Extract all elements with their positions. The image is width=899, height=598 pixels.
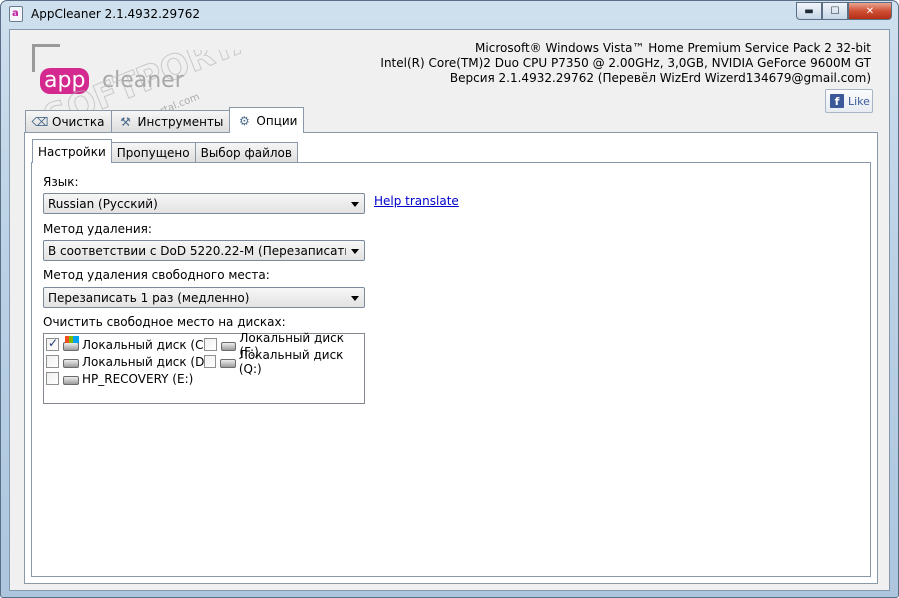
- drive-q-checkbox[interactable]: [204, 355, 217, 368]
- drive-c-checkbox[interactable]: [46, 336, 59, 351]
- tab-cleaning-label: Очистка: [52, 115, 105, 129]
- close-button[interactable]: ✕: [848, 2, 892, 20]
- app-icon: [9, 6, 23, 22]
- drive-f-checkbox[interactable]: [204, 338, 217, 351]
- dropdown-arrow-icon: [351, 202, 359, 207]
- caption-buttons: ▬ ☐ ✕: [796, 2, 892, 20]
- drive-d-checkbox[interactable]: [46, 355, 59, 368]
- system-disk-icon: [63, 336, 79, 351]
- appcleaner-logo: app cleaner: [30, 44, 190, 104]
- drives-label: Очистить свободное место на дисках:: [43, 315, 286, 329]
- tools-icon: ⚒: [120, 115, 131, 129]
- settings-panel: Язык: Russian (Русский) Help translate М…: [31, 162, 871, 577]
- logo-app-text: app: [40, 68, 90, 94]
- drive-d-label: Локальный диск (D:): [82, 354, 214, 369]
- title-bar[interactable]: AppCleaner 2.1.4932.29762 ▬ ☐ ✕: [1, 1, 898, 29]
- like-label: Like: [848, 94, 870, 108]
- tab-cleaning[interactable]: ⌫ Очистка: [25, 110, 112, 133]
- delete-method-select[interactable]: В соответствии с DoD 5220.22-M (Перезапи…: [43, 240, 365, 261]
- delete-method-label: Метод удаления:: [43, 222, 152, 236]
- delete-method-value: В соответствии с DoD 5220.22-M (Перезапи…: [48, 243, 346, 258]
- maximize-button[interactable]: ☐: [822, 2, 848, 20]
- drives-list: Локальный диск (C:) Локальный диск (D:) …: [43, 331, 365, 404]
- options-panel: Настройки Пропущено Выбор файлов Язык: R…: [24, 132, 878, 584]
- drive-q-label: Локальный диск (Q:): [238, 347, 344, 376]
- sysinfo-version: Версия 2.1.4932.29762 (Перевёл WizErd Wi…: [449, 71, 871, 85]
- facebook-like-button[interactable]: f Like: [825, 89, 873, 113]
- tab-file-selection[interactable]: Выбор файлов: [194, 142, 298, 163]
- tab-settings[interactable]: Настройки: [32, 139, 112, 163]
- sysinfo-os: Microsoft® Windows Vista™ Home Premium S…: [475, 41, 871, 55]
- drive-c[interactable]: Локальный диск (C:): [46, 336, 212, 353]
- options-tabs: Настройки Пропущено Выбор файлов: [32, 139, 298, 163]
- tab-skipped[interactable]: Пропущено: [110, 142, 196, 163]
- drive-c-label: Локальный диск (C:): [82, 337, 213, 352]
- free-space-method-label: Метод удаления свободного места:: [43, 268, 270, 282]
- language-value: Russian (Русский): [48, 196, 158, 211]
- language-select[interactable]: Russian (Русский): [43, 193, 365, 214]
- dropdown-arrow-icon: [351, 249, 359, 254]
- disk-icon: [220, 342, 237, 351]
- broom-icon: ⌫: [31, 115, 49, 129]
- window-title: AppCleaner 2.1.4932.29762: [31, 7, 201, 21]
- facebook-icon: f: [830, 94, 844, 108]
- drive-q[interactable]: Локальный диск (Q:): [204, 348, 364, 376]
- logo-cleaner-text: cleaner: [102, 68, 184, 93]
- free-space-method-value: Перезаписать 1 раз (медленно): [48, 290, 250, 305]
- disk-icon: [63, 359, 79, 368]
- main-tabs: ⌫ Очистка ⚒ Инструменты ⚙ Опции: [25, 107, 305, 133]
- sysinfo-hardware: Intel(R) Core(TM)2 Duo CPU P7350 @ 2.00G…: [380, 56, 871, 70]
- free-space-method-select[interactable]: Перезаписать 1 раз (медленно): [43, 287, 365, 308]
- gear-icon: ⚙: [239, 113, 250, 128]
- tab-tools-label: Инструменты: [137, 115, 224, 129]
- help-translate-link[interactable]: Help translate: [374, 194, 459, 208]
- drive-e-label: HP_RECOVERY (E:): [82, 371, 194, 386]
- system-info: Microsoft® Windows Vista™ Home Premium S…: [380, 41, 871, 86]
- drive-e-checkbox[interactable]: [46, 372, 59, 385]
- app-window: AppCleaner 2.1.4932.29762 ▬ ☐ ✕ app clea…: [0, 0, 899, 598]
- client-area: app cleaner SOFTPORTAL www.softportal.co…: [9, 29, 890, 591]
- dropdown-arrow-icon: [351, 296, 359, 301]
- tab-options[interactable]: ⚙ Опции: [229, 107, 305, 133]
- drive-d[interactable]: Локальный диск (D:): [46, 353, 213, 370]
- minimize-button[interactable]: ▬: [796, 2, 822, 20]
- tab-options-label: Опции: [256, 113, 298, 128]
- disk-icon: [63, 376, 79, 385]
- drive-e[interactable]: HP_RECOVERY (E:): [46, 370, 193, 387]
- disk-icon: [220, 359, 236, 368]
- language-label: Язык:: [43, 175, 79, 189]
- tab-tools[interactable]: ⚒ Инструменты: [110, 110, 231, 133]
